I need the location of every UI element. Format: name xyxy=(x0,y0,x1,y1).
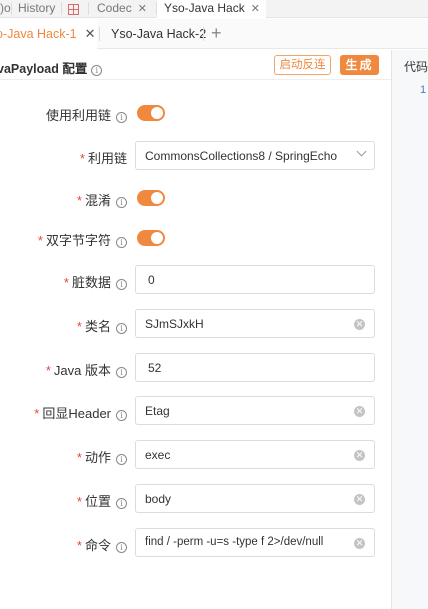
required-marker: * xyxy=(63,275,69,290)
clear-circle-icon[interactable]: ✕ xyxy=(354,406,365,417)
form-row-position: * 位置 i body ✕ xyxy=(0,484,391,514)
plus-icon[interactable]: + xyxy=(211,19,222,49)
tab-separator xyxy=(88,2,89,15)
field-label: * 类名 i xyxy=(77,316,127,335)
class-name-input[interactable]: SJmSJxkH ✕ xyxy=(135,309,375,338)
info-circle-icon[interactable]: i xyxy=(116,197,127,208)
field-label: * 双字节字符 i xyxy=(38,230,127,249)
chain-select[interactable]: CommonsCollections8 / SpringEcho xyxy=(135,141,375,170)
required-marker: * xyxy=(79,151,85,166)
field-label: * 位置 i xyxy=(77,491,127,510)
generate-button[interactable]: 生成 xyxy=(340,55,379,75)
tab-codec[interactable]: Codec ✕ xyxy=(97,0,147,18)
position-input[interactable]: body ✕ xyxy=(135,484,375,513)
form-row-double-byte: * 双字节字符 i xyxy=(0,223,391,253)
field-label: * Java 版本 i xyxy=(46,360,127,379)
form-row-obfuscate: * 混淆 i xyxy=(0,183,391,213)
tab-separator xyxy=(11,2,12,15)
page-title: vaPayload 配置 i xyxy=(0,58,103,77)
code-pane-title: 代码 xyxy=(404,60,428,74)
form-row-action: * 动作 i exec ✕ xyxy=(0,440,391,470)
tab-separator xyxy=(99,27,100,41)
clear-circle-icon[interactable]: ✕ xyxy=(354,494,365,505)
close-icon[interactable]: ✕ xyxy=(138,3,147,15)
field-label: * 利用链 xyxy=(79,151,127,166)
tab-yso-java-hack[interactable]: Yso-Java Hack ✕ xyxy=(157,0,266,19)
required-marker: * xyxy=(76,538,82,553)
form-row-dirty-data: * 脏数据 i 0 xyxy=(0,265,391,295)
command-input[interactable]: find / -perm -u=s -type f 2>/dev/null ✕ xyxy=(135,528,375,557)
line-number: 1 xyxy=(420,84,427,96)
double-byte-toggle[interactable] xyxy=(137,230,165,246)
form-row-class-name: * 类名 i SJmSJxkH ✕ xyxy=(0,309,391,339)
tab-yso-java-hack-2[interactable]: Yso-Java Hack-2 xyxy=(111,19,206,49)
use-chain-toggle[interactable] xyxy=(137,105,165,121)
sub-tab-bar: o-Java Hack-1 ✕ Yso-Java Hack-2 + xyxy=(0,19,428,49)
field-label: * 回显Header i xyxy=(34,403,127,422)
tab-partial-left[interactable]: )o xyxy=(0,0,11,18)
required-marker: * xyxy=(76,450,82,465)
required-marker: * xyxy=(76,494,82,509)
table-grid-icon xyxy=(68,4,79,15)
form-row-chain: * 利用链 CommonsCollections8 / SpringEcho xyxy=(0,141,391,171)
required-marker: * xyxy=(37,233,43,248)
form-row-use-chain: 使用利用链 i xyxy=(0,98,391,128)
info-circle-icon[interactable]: i xyxy=(91,65,103,76)
tab-history[interactable]: History xyxy=(18,0,55,18)
info-circle-icon[interactable]: i xyxy=(116,454,127,465)
tab-yso-java-hack-1[interactable]: o-Java Hack-1 ✕ xyxy=(0,19,97,49)
dirty-data-input[interactable]: 0 xyxy=(135,265,375,294)
info-circle-icon[interactable]: i xyxy=(116,410,127,421)
close-icon[interactable]: ✕ xyxy=(85,26,96,41)
tab-table[interactable] xyxy=(68,0,79,18)
info-circle-icon[interactable]: i xyxy=(116,367,127,378)
field-label: 使用利用链 i xyxy=(46,105,127,124)
chevron-down-icon[interactable] xyxy=(356,146,367,157)
form-row-echo-header: * 回显Header i Etag ✕ xyxy=(0,396,391,426)
form-row-command: * 命令 i find / -perm -u=s -type f 2>/dev/nu… xyxy=(0,528,391,558)
code-pane: 代码 1 xyxy=(391,50,428,609)
obfuscate-toggle[interactable] xyxy=(137,190,165,206)
info-circle-icon[interactable]: i xyxy=(116,323,127,334)
field-label: * 混淆 i xyxy=(77,190,127,209)
required-marker: * xyxy=(76,193,82,208)
required-marker: * xyxy=(34,406,40,421)
info-circle-icon[interactable]: i xyxy=(116,279,127,290)
tab-separator xyxy=(203,27,204,41)
clear-circle-icon[interactable]: ✕ xyxy=(354,319,365,330)
form-row-java-version: * Java 版本 i 52 xyxy=(0,353,391,383)
tab-separator xyxy=(61,2,62,15)
info-circle-icon[interactable]: i xyxy=(116,542,127,553)
field-label: * 脏数据 i xyxy=(64,272,127,291)
top-tab-bar: )o History Codec ✕ Yso-Java Hack ✕ xyxy=(0,0,428,19)
action-input[interactable]: exec ✕ xyxy=(135,440,375,469)
info-circle-icon[interactable]: i xyxy=(116,237,127,248)
echo-header-input[interactable]: Etag ✕ xyxy=(135,396,375,425)
info-circle-icon[interactable]: i xyxy=(116,112,127,123)
start-reverse-connect-button[interactable]: 启动反连 xyxy=(274,55,331,75)
required-marker: * xyxy=(45,363,51,378)
java-version-input[interactable]: 52 xyxy=(135,353,375,382)
payload-config-header: vaPayload 配置 i 启动反连 生成 xyxy=(0,50,391,80)
clear-circle-icon[interactable]: ✕ xyxy=(354,538,365,549)
field-label: * 命令 i xyxy=(77,535,127,554)
clear-circle-icon[interactable]: ✕ xyxy=(354,450,365,461)
field-label: * 动作 i xyxy=(77,447,127,466)
close-icon[interactable]: ✕ xyxy=(251,3,260,15)
required-marker: * xyxy=(76,319,82,334)
info-circle-icon[interactable]: i xyxy=(116,498,127,509)
